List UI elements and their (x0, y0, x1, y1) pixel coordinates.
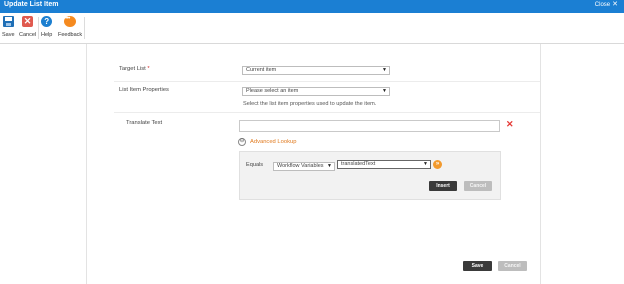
translate-text-label: Translate Text (126, 120, 163, 126)
target-list-select[interactable]: Current item ▼ (242, 66, 390, 75)
content-border-left (86, 44, 87, 284)
cancel-toolbar-button[interactable]: ✕ Cancel (19, 16, 36, 38)
close-label: Close (594, 2, 611, 8)
save-icon (2, 16, 14, 27)
required-marker: * (147, 66, 150, 72)
save-toolbar-label: Save (2, 32, 15, 38)
advanced-lookup-panel (239, 151, 501, 200)
target-list-label: Target List * (119, 66, 150, 72)
help-icon: ? (41, 16, 53, 27)
toolbar-separator (38, 17, 39, 39)
help-label: Help (41, 32, 53, 38)
save-button[interactable]: Save (463, 261, 492, 271)
row-divider (114, 81, 540, 82)
cancel-icon: ✕ (22, 16, 34, 27)
clear-icon[interactable]: ✕ (506, 119, 514, 130)
toolbar-separator (84, 17, 85, 39)
dropdown-arrow-icon: ▼ (382, 67, 387, 73)
content-border-right (540, 44, 541, 284)
collapse-icon[interactable]: ⊖ (238, 138, 246, 146)
close-icon: ✕ (612, 1, 618, 8)
lookup-source-value: Workflow Variables (277, 163, 324, 169)
translate-text-input[interactable] (239, 120, 500, 132)
insert-button[interactable]: Insert (429, 181, 457, 191)
help-button[interactable]: ? Help (41, 16, 52, 38)
window-title: Update List Item (4, 1, 59, 8)
cancel-button[interactable]: Cancel (498, 261, 527, 271)
feedback-button[interactable]: Feedback (58, 16, 82, 38)
lookup-go-icon[interactable]: » (433, 160, 442, 169)
row-divider (114, 112, 540, 113)
advanced-lookup-link[interactable]: Advanced Lookup (250, 139, 296, 145)
list-item-properties-label: List Item Properties (119, 87, 169, 93)
dropdown-arrow-icon: ▼ (423, 161, 428, 167)
toolbar: Save ✕ Cancel ? Help Feedback (0, 13, 624, 44)
operator-label: Equals (246, 162, 264, 168)
close-button[interactable]: Close ✕ (594, 1, 618, 8)
list-item-properties-select[interactable]: Please select an item ▼ (242, 87, 390, 96)
lookup-variable-value: translatedText (341, 161, 376, 167)
feedback-icon (64, 16, 77, 27)
target-list-value: Current item (246, 67, 277, 73)
title-bar: Update List Item Close ✕ (0, 0, 624, 13)
list-item-properties-value: Please select an item (246, 88, 299, 94)
list-item-properties-help: Select the list item properties used to … (243, 101, 377, 107)
lookup-cancel-button[interactable]: Cancel (464, 181, 492, 191)
lookup-source-select[interactable]: Workflow Variables ▼ (273, 162, 335, 171)
dropdown-arrow-icon: ▼ (327, 163, 332, 169)
save-toolbar-button[interactable]: Save (2, 16, 15, 38)
cancel-toolbar-label: Cancel (19, 32, 37, 38)
lookup-variable-select[interactable]: translatedText ▼ (337, 160, 431, 169)
dropdown-arrow-icon: ▼ (382, 88, 387, 94)
feedback-label: Feedback (58, 32, 83, 38)
